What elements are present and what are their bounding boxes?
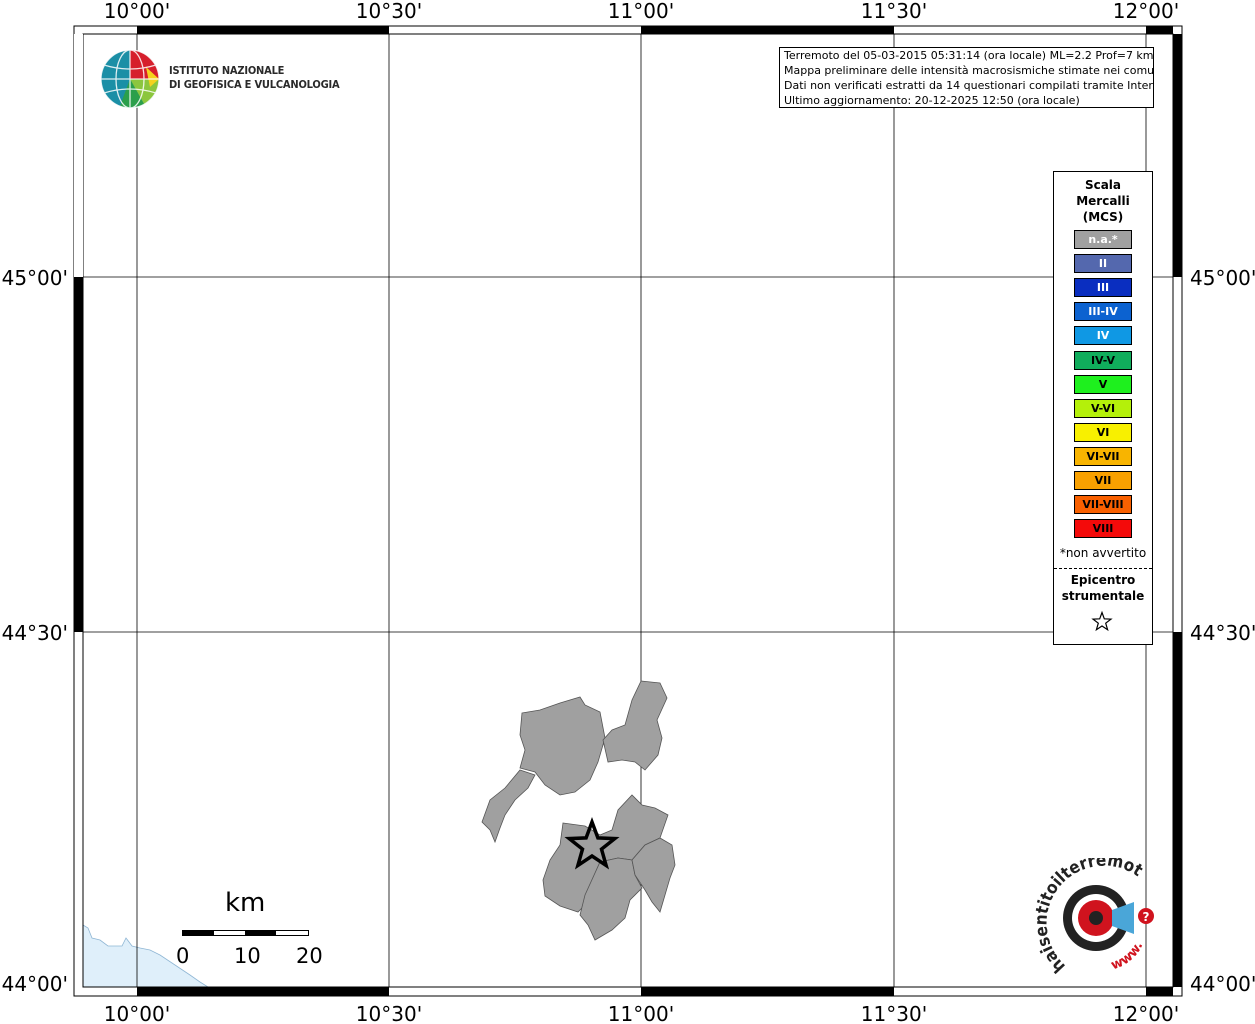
legend-title-line: Scala <box>1084 178 1122 192</box>
scale-tick-label: 0 <box>176 944 190 968</box>
legend-chip: III <box>1074 278 1132 298</box>
star-icon <box>1091 610 1113 632</box>
svg-text:?: ? <box>1143 910 1150 924</box>
lat-label: 44°00' <box>2 972 68 996</box>
lon-label: 11°00' <box>608 0 674 23</box>
legend-title-line: (MCS) <box>1082 210 1124 224</box>
municipality-area <box>481 769 536 844</box>
haisentitoilterremoto-logo: ? haisentitoilterremoto.it www. <box>1030 858 1154 976</box>
legend-note: *non avvertito <box>1059 546 1147 560</box>
ingv-logo: ISTITUTO NAZIONALE DI GEOFISICA E VULCAN… <box>100 47 340 111</box>
legend-separator <box>1054 568 1152 569</box>
top-longitude-labels: 10°00' 10°30' 11°00' 11°30' 12°00' <box>104 0 1179 23</box>
legend-chip: n.a.* <box>1074 230 1132 249</box>
lon-label: 11°30' <box>861 1002 927 1024</box>
event-info-line: Ultimo aggiornamento: 20-12-2025 12:50 (… <box>784 94 1080 107</box>
bottom-longitude-labels: 10°00' 10°30' 11°00' 11°30' 12°00' <box>104 1002 1179 1024</box>
legend-chip: V-VI <box>1074 398 1132 418</box>
scale-tick-label: 10 <box>234 944 261 968</box>
lon-label: 10°30' <box>356 1002 422 1024</box>
legend-chip: IV <box>1074 326 1132 346</box>
legend-chip: III-IV <box>1074 302 1132 322</box>
globe-icon <box>100 49 160 109</box>
legend-epicenter-line: strumentale <box>1061 589 1145 603</box>
mcs-legend: Scala Mercalli (MCS) n.a.* II III III-IV IV I… <box>1053 171 1153 645</box>
logo-line2: DI GEOFISICA E VULCANOLOGIA <box>169 78 340 91</box>
lat-label: 45°00' <box>1190 266 1255 290</box>
municipality-area <box>519 696 606 796</box>
scale-segment <box>245 931 276 935</box>
legend-chip: VII-VIII <box>1074 495 1132 515</box>
legend-chip: II <box>1074 254 1132 274</box>
lat-label: 45°00' <box>2 266 68 290</box>
event-info-line: Mappa preliminare delle intensità macros… <box>784 64 1154 77</box>
lon-label: 12°00' <box>1113 0 1179 23</box>
right-latitude-labels: 45°00' 44°30' 44°00' <box>1190 266 1255 996</box>
lon-label: 10°00' <box>104 0 170 23</box>
scale-unit: km <box>225 888 266 918</box>
legend-epicenter-line: Epicentro <box>1070 573 1136 587</box>
lat-label: 44°00' <box>1190 972 1255 996</box>
municipality-area <box>602 680 668 771</box>
lon-label: 10°30' <box>356 0 422 23</box>
left-latitude-labels: 45°00' 44°30' 44°00' <box>2 266 68 996</box>
logo-line1: ISTITUTO NAZIONALE <box>169 64 285 77</box>
scale-bar: km 0 10 20 <box>170 888 340 978</box>
legend-title-line: Mercalli <box>1076 194 1130 208</box>
scale-segment <box>183 931 214 935</box>
legend-chip: IV-V <box>1074 350 1132 370</box>
scale-bar-line <box>182 930 309 936</box>
lat-label: 44°30' <box>2 621 68 645</box>
legend-title: Scala Mercalli (MCS) <box>1054 177 1152 225</box>
legend-chip: VIII <box>1074 519 1132 539</box>
legend-chip: VI-VII <box>1074 446 1132 466</box>
lat-label: 44°30' <box>1190 621 1255 645</box>
legend-chip: VI <box>1074 422 1132 442</box>
event-info-line: Terremoto del 05-03-2015 05:31:14 (ora l… <box>784 49 1154 62</box>
event-info-line: Dati non verificati estratti da 14 quest… <box>784 79 1154 92</box>
lon-label: 11°30' <box>861 0 927 23</box>
event-info-box: Terremoto del 05-03-2015 05:31:14 (ora l… <box>779 47 1154 108</box>
legend-epicenter-label: Epicentro strumentale <box>1054 572 1152 604</box>
lon-label: 11°00' <box>608 1002 674 1024</box>
scale-tick-label: 20 <box>296 944 323 968</box>
lon-label: 12°00' <box>1113 1002 1179 1024</box>
legend-chip: VII <box>1074 471 1132 490</box>
lon-label: 10°00' <box>104 1002 170 1024</box>
felt-area-municipalities <box>481 680 676 941</box>
legend-chip: V <box>1074 374 1132 394</box>
